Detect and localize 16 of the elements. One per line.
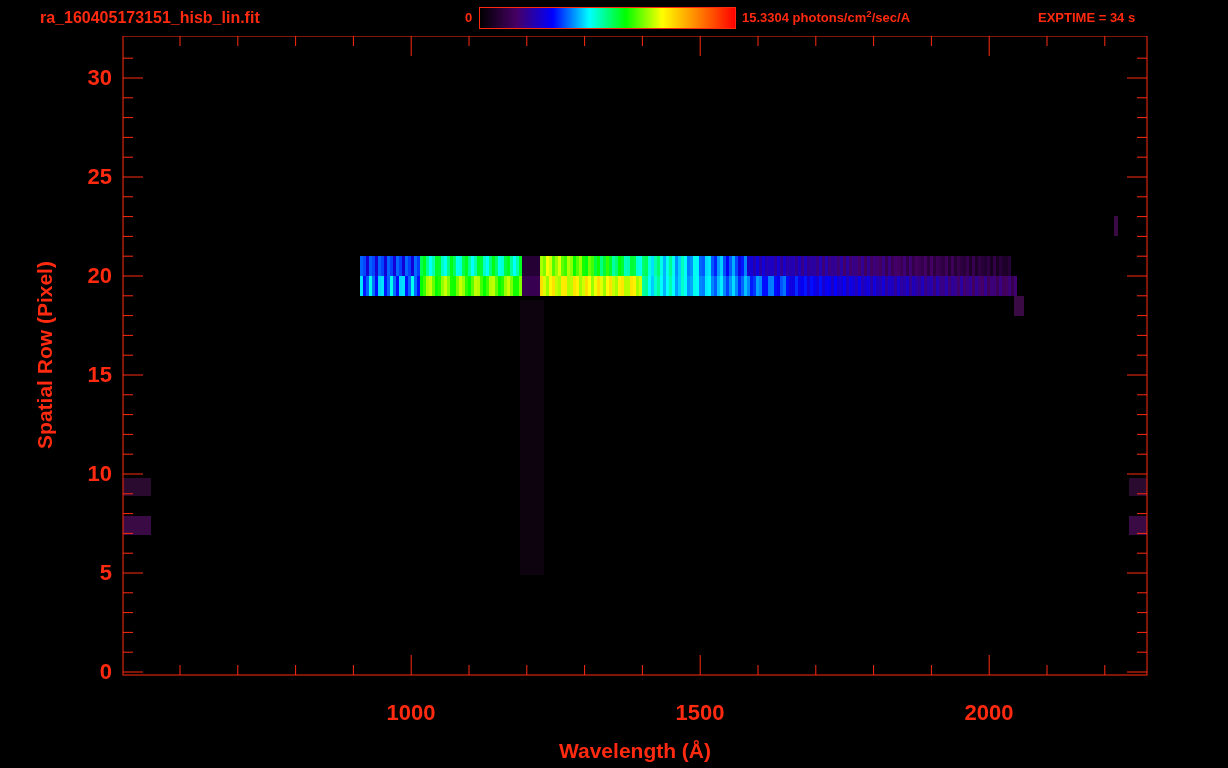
y-tick-label: 15 <box>87 362 112 387</box>
x-tick-label: 1000 <box>386 700 436 725</box>
y-tick-label: 0 <box>99 659 112 684</box>
colorbar-max-label: 15.3304 photons/cm$^{2}$/sec/A <box>742 8 912 28</box>
x-axis-title: Wavelength (Å) <box>558 739 712 762</box>
y-tick-label: 5 <box>99 560 112 585</box>
y-axis-title: Spatial Row (Pixel) <box>33 261 56 449</box>
y-tick-label: 30 <box>87 65 112 90</box>
file-name: ra_160405173151_hisb_lin.fit <box>40 8 261 28</box>
exposure-time: EXPTIME = 34 s <box>1038 9 1136 28</box>
y-tick-label: 25 <box>87 164 112 189</box>
colorbar-min-label: 0 <box>465 9 474 28</box>
y-tick-label: 20 <box>87 263 112 288</box>
x-tick-label: 1500 <box>675 700 725 725</box>
x-tick-label: 2000 <box>964 700 1014 725</box>
y-tick-label: 10 <box>87 461 112 486</box>
